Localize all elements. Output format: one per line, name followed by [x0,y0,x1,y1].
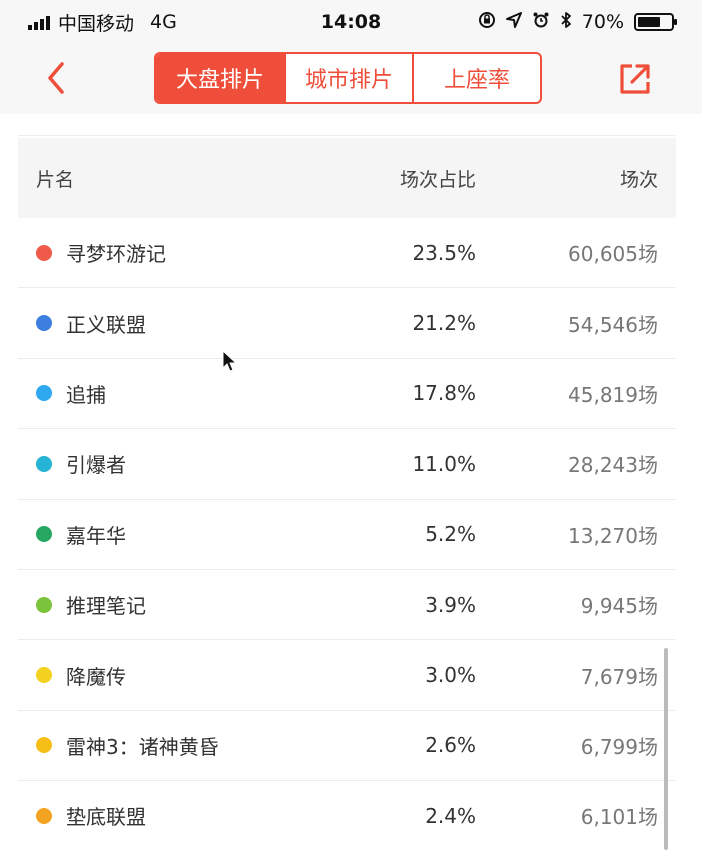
schedule-ratio: 5.2% [425,522,476,547]
table-row[interactable]: 推理笔记 3.9% 9,945场 [18,569,676,641]
header-film-name: 片名 [36,168,75,191]
film-name: 寻梦环游记 [66,242,166,267]
schedule-ratio: 17.8% [412,381,476,406]
back-button[interactable] [40,58,74,98]
film-name: 正义联盟 [66,312,146,337]
battery-level-fill [638,17,661,27]
rotation-lock-icon [478,11,496,33]
mouse-pointer-icon [222,350,238,372]
schedule-ratio: 3.0% [425,663,476,688]
series-color-dot [36,455,52,472]
film-name: 引爆者 [66,453,126,478]
table-row[interactable]: 追捕 17.8% 45,819场 [18,358,676,430]
nav-bar: 大盘排片 城市排片 上座率 [0,44,702,114]
table-header: 片名 场次占比 场次 [18,138,676,218]
table-row[interactable]: 寻梦环游记 23.5% 60,605场 [18,218,676,289]
scrollbar[interactable] [664,648,668,850]
schedule-count: 45,819场 [568,382,658,407]
schedule-count: 6,799场 [580,734,658,759]
schedule-count: 6,101场 [580,805,658,830]
schedule-count: 60,605场 [568,242,658,267]
series-color-dot [36,526,52,543]
share-button[interactable] [618,62,652,96]
schedule-count: 28,243场 [568,453,658,478]
schedule-count: 7,679场 [580,664,658,689]
film-name: 垫底联盟 [66,805,146,830]
location-icon [505,12,522,32]
series-color-dot [36,385,52,402]
ranking-tabs: 大盘排片 城市排片 上座率 [154,52,542,104]
carrier-name: 中国移动 [58,12,135,35]
header-schedule-count: 场次 [619,168,658,191]
table-row[interactable]: 降魔传 3.0% 7,679场 [18,640,676,711]
film-name: 追捕 [66,382,106,407]
film-name: 降魔传 [66,664,126,689]
schedule-ratio: 3.9% [425,592,476,617]
tab-city-schedule[interactable]: 城市排片 [284,54,412,102]
table-row[interactable]: 正义联盟 21.2% 54,546场 [18,288,676,359]
network-type: 4G [150,11,177,33]
schedule-table: 片名 场次占比 场次 寻梦环游记 23.5% 60,605场 正义联盟 21.2… [18,138,676,850]
header-schedule-ratio: 场次占比 [399,168,476,191]
series-color-dot [36,596,52,613]
table-row[interactable]: 雷神3：诸神黄昏 2.6% 6,799场 [18,710,676,782]
tab-market-schedule[interactable]: 大盘排片 [156,54,284,102]
schedule-ratio: 21.2% [412,311,476,336]
schedule-count: 54,546场 [568,312,658,337]
status-bar: 中国移动 4G 14:08 70% [0,0,702,44]
film-name: 推理笔记 [66,594,146,619]
alarm-icon [532,11,550,33]
schedule-ratio: 11.0% [412,451,476,476]
table-row[interactable]: 嘉年华 5.2% 13,270场 [18,499,676,570]
schedule-count: 13,270场 [568,523,658,548]
table-row[interactable]: 垫底联盟 2.4% 6,101场 [18,781,676,850]
schedule-ratio: 2.4% [425,803,476,828]
schedule-ratio: 23.5% [412,240,476,265]
signal-icon [28,14,50,30]
schedule-ratio: 2.6% [425,733,476,758]
share-icon [620,64,650,94]
bluetooth-icon [560,11,572,33]
series-color-dot [36,737,52,754]
series-color-dot [36,244,52,261]
film-name: 雷神3：诸神黄昏 [66,734,219,759]
series-color-dot [36,315,52,332]
battery-icon [634,13,677,31]
chevron-left-icon [48,62,64,94]
chart-area-edge [18,114,676,136]
schedule-count: 9,945场 [580,594,658,619]
tab-occupancy-rate[interactable]: 上座率 [412,54,540,102]
series-color-dot [36,667,52,684]
series-color-dot [36,807,52,824]
film-name: 嘉年华 [66,523,126,548]
battery-percent: 70% [581,11,624,33]
table-row[interactable]: 引爆者 11.0% 28,243场 [18,429,676,500]
